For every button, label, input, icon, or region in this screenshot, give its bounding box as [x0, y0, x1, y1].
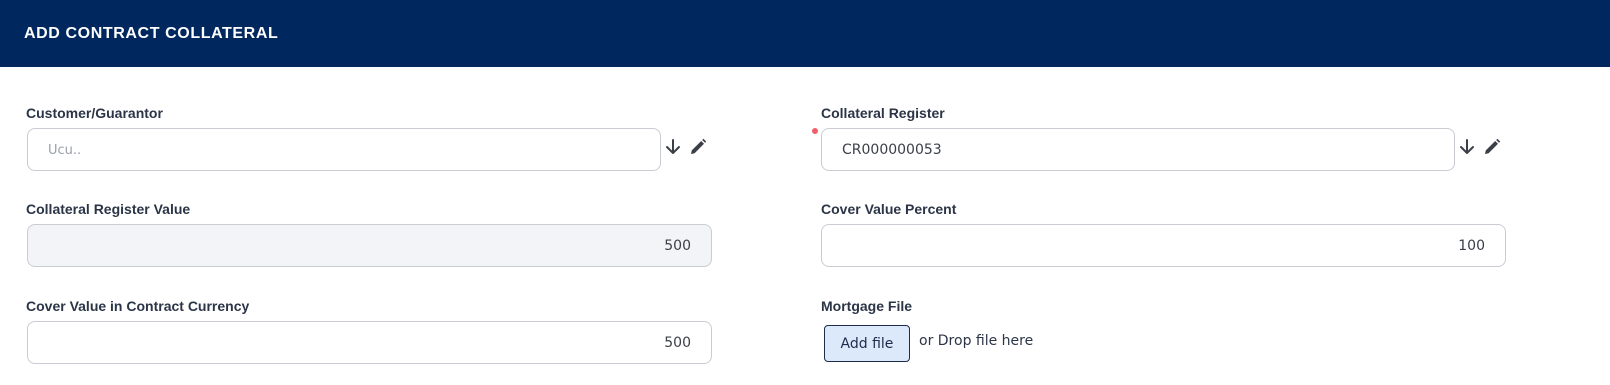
- cover-value-contract-currency-value: 500: [664, 334, 691, 351]
- page-title: ADD CONTRACT COLLATERAL: [24, 24, 279, 42]
- cover-value-contract-currency-input[interactable]: 500: [27, 321, 712, 364]
- customer-guarantor-label: Customer/Guarantor: [26, 105, 163, 121]
- collateral-register-value-input: 500: [27, 224, 712, 267]
- mortgage-file-label: Mortgage File: [821, 298, 913, 314]
- page-header: ADD CONTRACT COLLATERAL: [0, 0, 1610, 67]
- customer-guarantor-value: Ucu..: [48, 143, 82, 158]
- customer-guarantor-edit-pencil-icon[interactable]: [687, 136, 709, 158]
- collateral-register-label: Collateral Register: [821, 105, 945, 121]
- collateral-register-dropdown-icon[interactable]: [1456, 136, 1478, 158]
- collateral-register-value-label: Collateral Register Value: [26, 201, 191, 217]
- cover-value-percent-label: Cover Value Percent: [821, 201, 957, 217]
- add-file-button[interactable]: Add file: [824, 325, 910, 362]
- drop-file-zone-text[interactable]: or Drop file here: [919, 333, 1033, 349]
- collateral-register-input[interactable]: CR000000053: [821, 128, 1455, 171]
- customer-guarantor-input[interactable]: Ucu..: [27, 128, 661, 171]
- cover-value-percent-value: 100: [1458, 237, 1485, 254]
- cover-value-contract-currency-label: Cover Value in Contract Currency: [26, 298, 250, 314]
- collateral-register-value-amount: 500: [664, 237, 691, 254]
- required-indicator: [812, 128, 818, 134]
- customer-guarantor-dropdown-icon[interactable]: [662, 136, 684, 158]
- collateral-register-edit-pencil-icon[interactable]: [1481, 136, 1503, 158]
- collateral-register-value: CR000000053: [842, 141, 942, 158]
- cover-value-percent-input[interactable]: 100: [821, 224, 1506, 267]
